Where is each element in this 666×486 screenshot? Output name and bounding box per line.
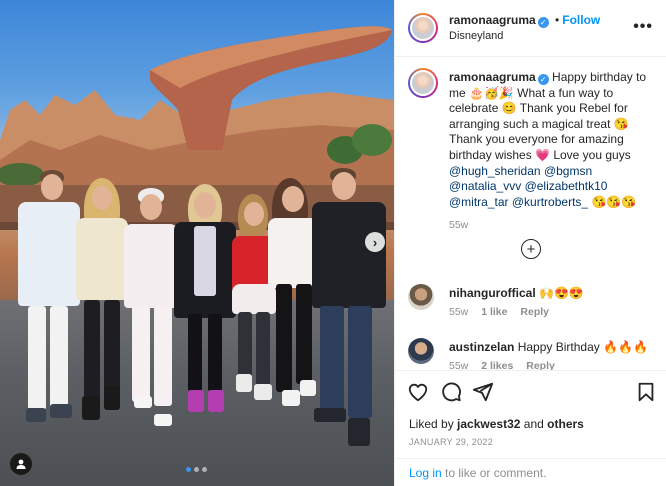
post-actions: Liked by jackwest32 and others JANUARY 2… xyxy=(395,370,666,456)
carousel-dot xyxy=(194,467,199,472)
post-caption: ramonaagruma ✓ Happy birthday to me 🎂🥳🎉 W… xyxy=(449,70,657,234)
load-more-comments-button[interactable]: + xyxy=(521,239,541,259)
comment-text: Happy Birthday 🔥🔥🔥 xyxy=(517,340,648,354)
post-photo[interactable]: › xyxy=(0,0,394,486)
author-avatar[interactable] xyxy=(408,13,438,43)
commenter-avatar[interactable] xyxy=(408,338,434,364)
comment-bubble-icon xyxy=(442,382,461,402)
caption-age: 55w xyxy=(449,219,469,232)
comment-age: 55w xyxy=(449,360,469,370)
caption-emoji: 😘😘😘 xyxy=(591,194,637,209)
comment-meta: 55w 2 likes Reply xyxy=(449,360,565,370)
verified-badge-icon: ✓ xyxy=(537,74,549,85)
caption-mention[interactable]: @mitra_tar xyxy=(449,195,509,209)
person-figure xyxy=(76,178,128,426)
login-link[interactable]: Log in xyxy=(409,466,442,480)
caption-mention[interactable]: @hugh_sheridan xyxy=(449,164,541,178)
caption-author-avatar[interactable] xyxy=(408,68,438,98)
caption-username[interactable]: ramonaagruma xyxy=(449,70,536,84)
commenter-username[interactable]: nihanguroffical xyxy=(449,286,536,300)
person-figure xyxy=(18,168,80,436)
carousel-indicator xyxy=(186,467,207,472)
comment-age: 55w xyxy=(449,306,469,318)
comment-meta: 55w 1 like Reply xyxy=(449,306,559,318)
caption-mention[interactable]: @elizabethtk10 xyxy=(525,179,608,193)
login-prompt-text: to like or comment. xyxy=(445,466,547,480)
person-figure xyxy=(308,168,388,450)
liked-by-and: and xyxy=(523,417,544,431)
login-prompt: Log in to like or comment. xyxy=(395,458,666,486)
liked-by-line: Liked by jackwest32 and others xyxy=(409,417,584,431)
more-options-icon[interactable]: ••• xyxy=(633,18,653,36)
comment-likes[interactable]: 2 likes xyxy=(481,360,513,370)
carousel-dot xyxy=(202,467,207,472)
post-header: ramonaagruma ✓ • Follow Disneyland ••• xyxy=(395,0,666,57)
reply-button[interactable]: Reply xyxy=(526,360,555,370)
comments-section[interactable]: ramonaagruma ✓ Happy birthday to me 🎂🥳🎉 W… xyxy=(395,58,666,370)
post-location[interactable]: Disneyland xyxy=(449,30,503,42)
caption-mention[interactable]: @kurtroberts_ xyxy=(512,195,588,209)
caption-mention[interactable]: @bgmsn xyxy=(544,164,592,178)
heart-icon xyxy=(408,383,428,402)
follow-button[interactable]: Follow xyxy=(562,13,600,27)
user-tag-icon xyxy=(16,459,26,469)
verified-badge-icon: ✓ xyxy=(537,17,549,28)
tagged-users-button[interactable] xyxy=(10,453,32,475)
reply-button[interactable]: Reply xyxy=(520,306,549,318)
author-username[interactable]: ramonaagruma xyxy=(449,13,536,27)
carousel-next-button[interactable]: › xyxy=(365,232,385,252)
person-figure xyxy=(124,188,178,438)
liked-by-prefix: Liked by xyxy=(409,417,454,431)
liked-by-user[interactable]: jackwest32 xyxy=(457,417,520,431)
share-button[interactable] xyxy=(472,381,494,403)
carousel-dot xyxy=(186,467,191,472)
liked-by-others-link[interactable]: others xyxy=(547,417,584,431)
caption-mention[interactable]: @natalia_vvv xyxy=(449,179,521,193)
send-paper-plane-icon xyxy=(472,382,494,402)
person-figure xyxy=(174,184,236,420)
commenter-username[interactable]: austinzelan xyxy=(449,340,514,354)
separator-dot: • xyxy=(555,13,560,27)
comment-text: 🙌😍😍 xyxy=(539,286,584,300)
commenter-avatar[interactable] xyxy=(408,284,434,310)
like-button[interactable] xyxy=(407,381,429,403)
save-button[interactable] xyxy=(635,381,657,403)
comment-likes[interactable]: 1 like xyxy=(481,306,507,318)
post-date[interactable]: JANUARY 29, 2022 xyxy=(409,437,493,447)
post-sidebar: ramonaagruma ✓ • Follow Disneyland ••• ram… xyxy=(394,0,666,486)
comment-button[interactable] xyxy=(440,381,462,403)
bookmark-icon xyxy=(638,382,654,402)
